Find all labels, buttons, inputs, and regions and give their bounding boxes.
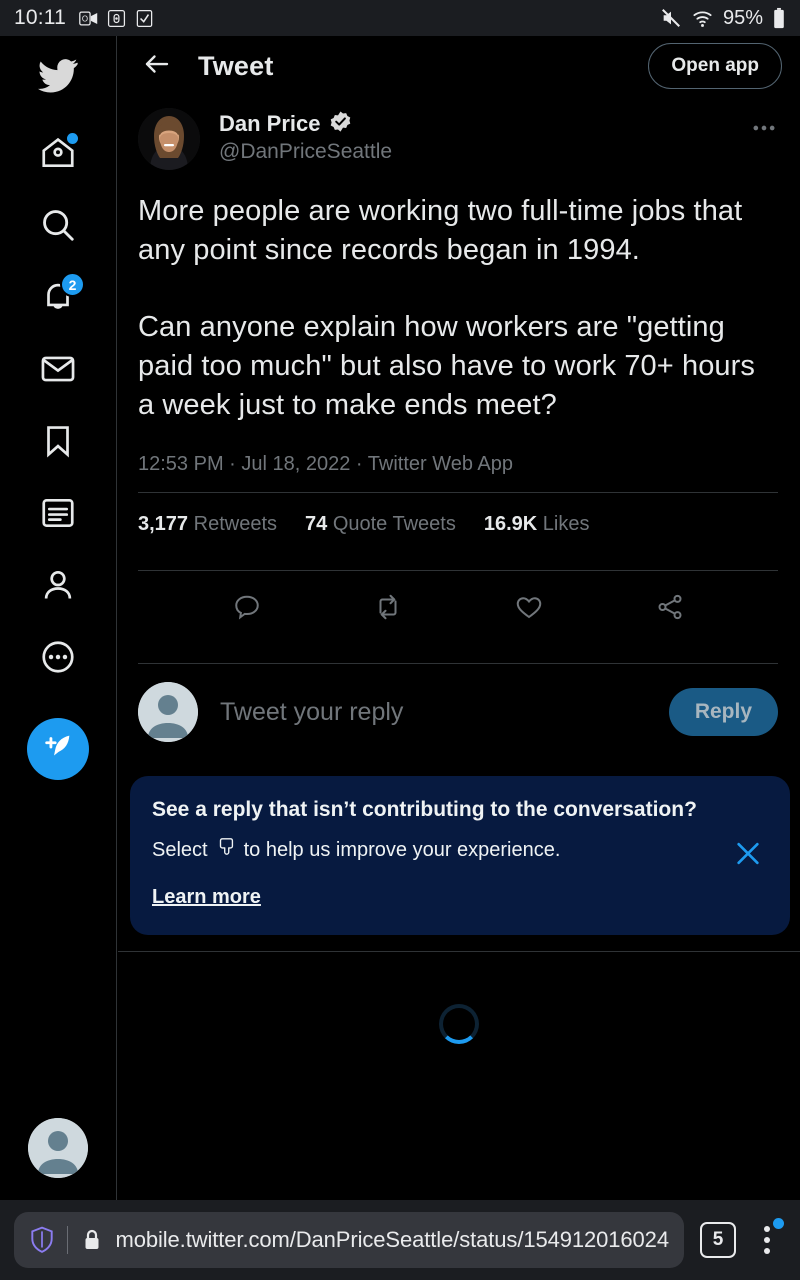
share-icon — [655, 592, 685, 627]
menu-dot — [764, 1237, 770, 1243]
status-right-icons: 95% — [660, 7, 786, 30]
metric-label: Retweets — [193, 513, 277, 535]
phone-screen: 10:11 O 95% 2 Tweet Open app Dan Price @… — [0, 0, 800, 1280]
status-left-icons: O — [79, 9, 154, 28]
lock-icon — [80, 1228, 103, 1252]
address-bar-separator — [67, 1226, 68, 1254]
menu-update-badge — [773, 1218, 784, 1229]
envelope-icon — [39, 350, 77, 393]
author-name: Dan Price — [219, 111, 321, 136]
author-info: Dan Price @DanPriceSeattle — [219, 108, 392, 164]
person-icon — [39, 566, 77, 609]
sidebar-item-notifications[interactable]: 2 — [29, 270, 87, 328]
reply-input[interactable]: Tweet your reply — [220, 698, 403, 727]
twitter-logo-icon — [38, 55, 78, 100]
compose-tweet-button[interactable] — [27, 718, 89, 780]
tweet-paragraph: Can anyone explain how workers are "gett… — [138, 311, 756, 421]
main-column: Tweet Open app Dan Price @DanPriceSeattl… — [118, 36, 800, 1200]
wifi-icon — [691, 7, 714, 30]
sidebar-account-avatar[interactable] — [28, 1118, 88, 1178]
metric-value: 3,177 — [138, 513, 189, 535]
sidebar-item-search[interactable] — [29, 198, 87, 256]
feedback-notice: See a reply that isn’t contributing to t… — [130, 776, 790, 935]
tweet-author-row: Dan Price @DanPriceSeattle — [138, 108, 778, 170]
tweet-metrics: 3,177 Retweets 74 Quote Tweets 16.9K Lik… — [138, 493, 778, 554]
sidebar-item-twitter-logo[interactable] — [29, 48, 87, 106]
metric-retweets[interactable]: 3,177 Retweets — [138, 513, 277, 536]
left-sidebar: 2 — [0, 36, 117, 1200]
notice-close-button[interactable] — [732, 837, 764, 874]
author-handle: @DanPriceSeattle — [219, 140, 393, 163]
reply-composer: Tweet your reply Reply — [138, 664, 778, 762]
sidebar-item-lists[interactable] — [29, 486, 87, 544]
sidebar-item-bookmarks[interactable] — [29, 414, 87, 472]
home-unread-dot — [67, 133, 78, 144]
retweet-button[interactable] — [368, 589, 408, 629]
tweet-more-button[interactable] — [750, 108, 778, 147]
more-circle-icon — [39, 638, 77, 681]
reply-icon — [232, 592, 262, 627]
reply-button[interactable] — [227, 589, 267, 629]
notice-title: See a reply that isn’t contributing to t… — [152, 798, 697, 821]
tab-count-button[interactable]: 5 — [700, 1222, 736, 1258]
metric-label: Quote Tweets — [332, 513, 456, 535]
like-button[interactable] — [509, 589, 549, 629]
notifications-badge: 2 — [60, 272, 85, 297]
sidebar-item-home[interactable] — [29, 126, 87, 184]
menu-dot — [764, 1248, 770, 1254]
feather-plus-icon — [41, 730, 75, 769]
battery-icon — [772, 7, 786, 30]
search-icon — [39, 206, 77, 249]
open-app-button[interactable]: Open app — [648, 43, 782, 89]
svg-text:O: O — [82, 14, 88, 23]
reply-submit-button[interactable]: Reply — [668, 688, 778, 736]
metric-likes[interactable]: 16.9K Likes — [484, 513, 590, 536]
tweet-detail: Dan Price @DanPriceSeattle More people a… — [118, 96, 800, 762]
metric-value: 16.9K — [483, 513, 538, 535]
battery-percent: 95% — [722, 6, 763, 29]
loading-spinner — [439, 1004, 479, 1044]
verified-badge-icon — [329, 110, 352, 138]
mute-icon — [660, 7, 682, 29]
retweet-icon — [373, 592, 403, 627]
learn-more-link[interactable]: Learn more — [152, 886, 261, 909]
sidebar-item-more[interactable] — [29, 630, 87, 688]
vibrate-icon — [107, 9, 126, 28]
tweet-paragraph: More people are working two full-time jo… — [138, 195, 743, 266]
sidebar-item-profile[interactable] — [29, 558, 87, 616]
menu-dot — [764, 1226, 770, 1232]
like-icon — [514, 592, 544, 627]
page-title: Tweet — [198, 50, 274, 81]
status-time: 10:11 — [14, 6, 66, 29]
author-avatar[interactable] — [138, 108, 200, 170]
arrow-left-icon — [142, 49, 172, 84]
notice-subtitle-before: Select — [152, 838, 208, 861]
bookmark-icon — [39, 422, 77, 465]
author-name-row: Dan Price — [219, 110, 392, 138]
metric-label: Likes — [542, 513, 590, 535]
browser-bottom-bar: mobile.twitter.com/DanPriceSeattle/statu… — [0, 1200, 800, 1280]
composer-avatar — [138, 682, 198, 742]
tweet-text: More people are working two full-time jo… — [138, 192, 778, 425]
share-button[interactable] — [650, 589, 690, 629]
url-text: mobile.twitter.com/DanPriceSeattle/statu… — [115, 1227, 670, 1252]
thumbs-down-icon — [215, 836, 237, 864]
thread-loading-area — [118, 951, 800, 1200]
outlook-icon: O — [79, 9, 98, 28]
lists-icon — [39, 494, 77, 537]
browser-menu-button[interactable] — [754, 1218, 784, 1260]
page-topbar: Tweet Open app — [118, 36, 800, 96]
metric-value: 74 — [305, 513, 328, 535]
tweet-actions — [138, 571, 778, 647]
metric-quote-tweets[interactable]: 74 Quote Tweets — [305, 513, 456, 536]
sidebar-item-messages[interactable] — [29, 342, 87, 400]
address-bar[interactable]: mobile.twitter.com/DanPriceSeattle/statu… — [14, 1212, 684, 1268]
tweet-timestamp: 12:53 PM · Jul 18, 2022 · Twitter Web Ap… — [138, 453, 514, 475]
back-button[interactable] — [138, 47, 176, 85]
shield-icon[interactable] — [28, 1226, 55, 1254]
checkmark-icon — [135, 9, 154, 28]
notice-subtitle-after: to help us improve your experience. — [243, 838, 561, 861]
status-bar: 10:11 O 95% — [0, 0, 800, 36]
notice-subtitle: Select to help us improve your experienc… — [152, 836, 766, 864]
